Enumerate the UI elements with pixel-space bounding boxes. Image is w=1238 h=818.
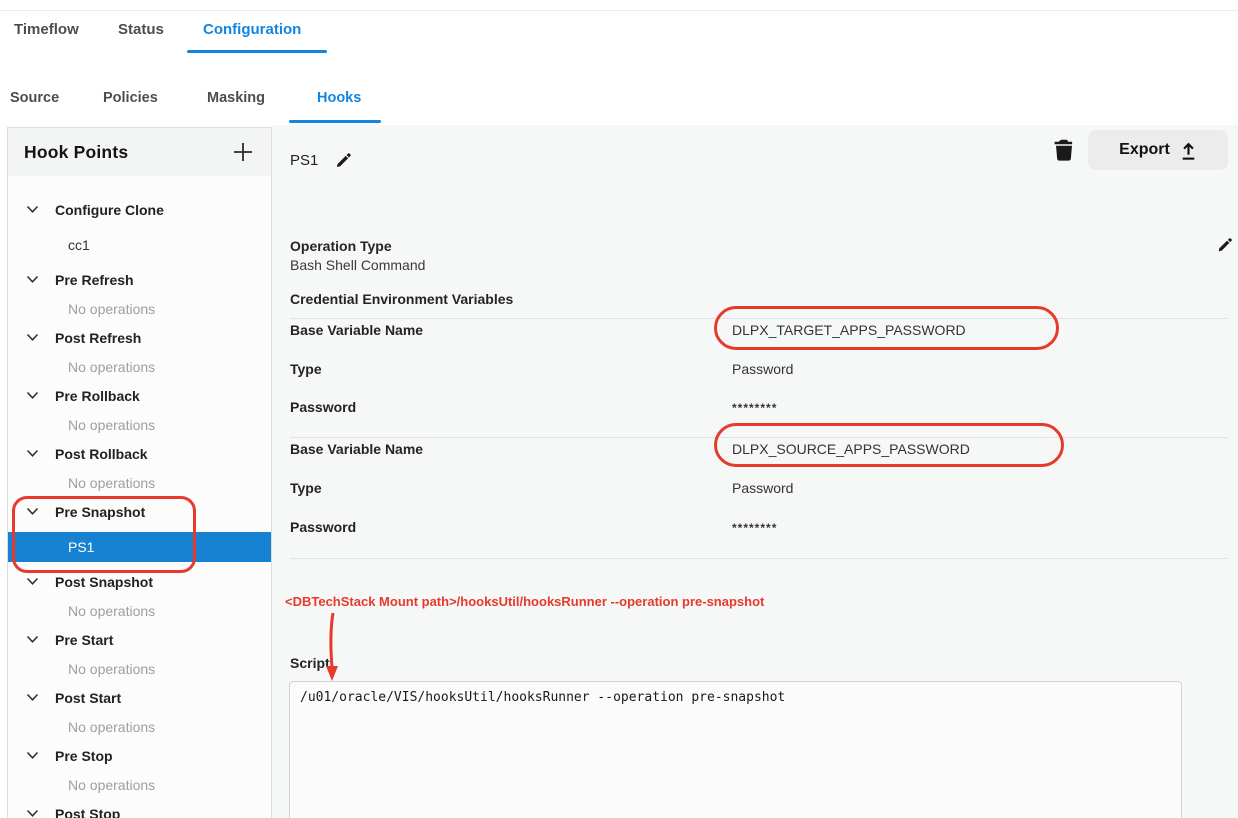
hook-point-pre-start[interactable]: Pre Start — [8, 625, 271, 654]
chevron-down-icon[interactable] — [26, 577, 39, 586]
tab-hooks[interactable]: Hooks — [317, 90, 361, 106]
chevron-down-icon[interactable] — [26, 507, 39, 516]
trash-icon — [1054, 138, 1074, 162]
field-label: Type — [290, 361, 322, 377]
no-operations-label: No operations — [8, 468, 271, 497]
hook-point-label: Post Stop — [55, 806, 120, 818]
tab-masking[interactable]: Masking — [207, 90, 265, 106]
chevron-down-icon[interactable] — [26, 635, 39, 644]
credentials-header: Credential Environment Variables — [290, 291, 513, 307]
type-value: Password — [732, 480, 793, 496]
no-operations-label: No operations — [8, 712, 271, 741]
chevron-down-icon[interactable] — [26, 693, 39, 702]
script-input[interactable]: /u01/oracle/VIS/hooksUtil/hooksRunner --… — [289, 681, 1182, 818]
base-variable-name-value: DLPX_SOURCE_APPS_PASSWORD — [732, 441, 970, 457]
hook-name: PS1 — [290, 152, 318, 169]
no-operations-label: No operations — [8, 294, 271, 323]
tab-configuration[interactable]: Configuration — [203, 21, 301, 38]
hook-points-tree: Configure Clone cc1 Pre Refresh No opera… — [8, 176, 271, 818]
divider — [290, 558, 1228, 559]
field-label: Password — [290, 399, 356, 415]
divider — [290, 437, 1228, 438]
hook-operation-cc1[interactable]: cc1 — [8, 224, 271, 265]
pencil-icon — [1216, 236, 1234, 254]
chevron-down-icon[interactable] — [26, 333, 39, 342]
hook-point-post-snapshot[interactable]: Post Snapshot — [8, 567, 271, 596]
tab-status[interactable]: Status — [118, 21, 164, 38]
password-value: ******** — [732, 521, 777, 535]
no-operations-label: No operations — [8, 654, 271, 683]
hook-points-sidebar: Hook Points Configure Clone cc1 Pre Refr… — [7, 127, 272, 818]
hook-point-label: Pre Rollback — [55, 388, 140, 404]
top-divider — [0, 10, 1238, 11]
hook-operation-ps1-selected[interactable]: PS1 — [8, 526, 271, 567]
hook-point-post-stop[interactable]: Post Stop — [8, 799, 271, 818]
chevron-down-icon[interactable] — [26, 391, 39, 400]
active-subtab-underline — [289, 120, 381, 123]
hook-point-pre-rollback[interactable]: Pre Rollback — [8, 381, 271, 410]
upload-icon — [1180, 141, 1197, 160]
hook-operation-label: PS1 — [68, 539, 94, 555]
base-variable-name-value: DLPX_TARGET_APPS_PASSWORD — [732, 322, 966, 338]
hook-title-row: PS1 — [290, 151, 353, 170]
hook-point-label: Pre Start — [55, 632, 113, 648]
hook-point-label: Pre Stop — [55, 748, 113, 764]
active-tab-underline — [187, 50, 327, 53]
hook-point-label: Pre Refresh — [55, 272, 134, 288]
hook-point-label: Configure Clone — [55, 202, 164, 218]
hook-points-header: Hook Points — [8, 128, 271, 176]
chevron-down-icon[interactable] — [26, 449, 39, 458]
hook-point-label: Post Snapshot — [55, 574, 153, 590]
hook-point-pre-refresh[interactable]: Pre Refresh — [8, 265, 271, 294]
rename-hook-button[interactable] — [334, 151, 353, 170]
pencil-icon — [334, 151, 353, 170]
hook-point-label: Post Refresh — [55, 330, 141, 346]
script-label: Script — [290, 655, 330, 671]
tab-timeflow[interactable]: Timeflow — [14, 21, 79, 38]
field-label: Type — [290, 480, 322, 496]
hook-point-label: Pre Snapshot — [55, 504, 145, 520]
hook-point-post-rollback[interactable]: Post Rollback — [8, 439, 271, 468]
chevron-down-icon[interactable] — [26, 205, 39, 214]
hook-point-pre-stop[interactable]: Pre Stop — [8, 741, 271, 770]
delete-hook-button[interactable] — [1050, 135, 1078, 165]
hook-point-pre-snapshot[interactable]: Pre Snapshot — [8, 497, 271, 526]
hook-operation-label: cc1 — [68, 237, 90, 253]
hook-point-label: Post Rollback — [55, 446, 148, 462]
operation-type-label: Operation Type — [290, 238, 392, 254]
field-label: Base Variable Name — [290, 441, 423, 457]
selected-row-highlight: PS1 — [8, 532, 271, 562]
edit-operation-button[interactable] — [1216, 236, 1234, 254]
hook-point-post-refresh[interactable]: Post Refresh — [8, 323, 271, 352]
hook-points-title: Hook Points — [24, 142, 128, 163]
no-operations-label: No operations — [8, 596, 271, 625]
hook-point-label: Post Start — [55, 690, 121, 706]
type-value: Password — [732, 361, 793, 377]
no-operations-label: No operations — [8, 352, 271, 381]
no-operations-label: No operations — [8, 770, 271, 799]
field-label: Base Variable Name — [290, 322, 423, 338]
no-operations-label: No operations — [8, 410, 271, 439]
plus-icon — [232, 141, 254, 163]
chevron-down-icon[interactable] — [26, 809, 39, 818]
chevron-down-icon[interactable] — [26, 275, 39, 284]
chevron-down-icon[interactable] — [26, 751, 39, 760]
field-label: Password — [290, 519, 356, 535]
divider — [290, 318, 1228, 319]
tab-policies[interactable]: Policies — [103, 90, 158, 106]
password-value: ******** — [732, 401, 777, 415]
hook-point-configure-clone[interactable]: Configure Clone — [8, 195, 271, 224]
hook-point-post-start[interactable]: Post Start — [8, 683, 271, 712]
export-button[interactable]: Export — [1088, 130, 1228, 170]
add-hook-button[interactable] — [231, 140, 255, 164]
tab-source[interactable]: Source — [10, 90, 59, 106]
hooks-configuration-page: Timeflow Status Configuration Source Pol… — [0, 0, 1238, 818]
export-label: Export — [1119, 141, 1170, 159]
annotation-note: <DBTechStack Mount path>/hooksUtil/hooks… — [285, 594, 764, 609]
operation-type-value: Bash Shell Command — [290, 257, 425, 273]
